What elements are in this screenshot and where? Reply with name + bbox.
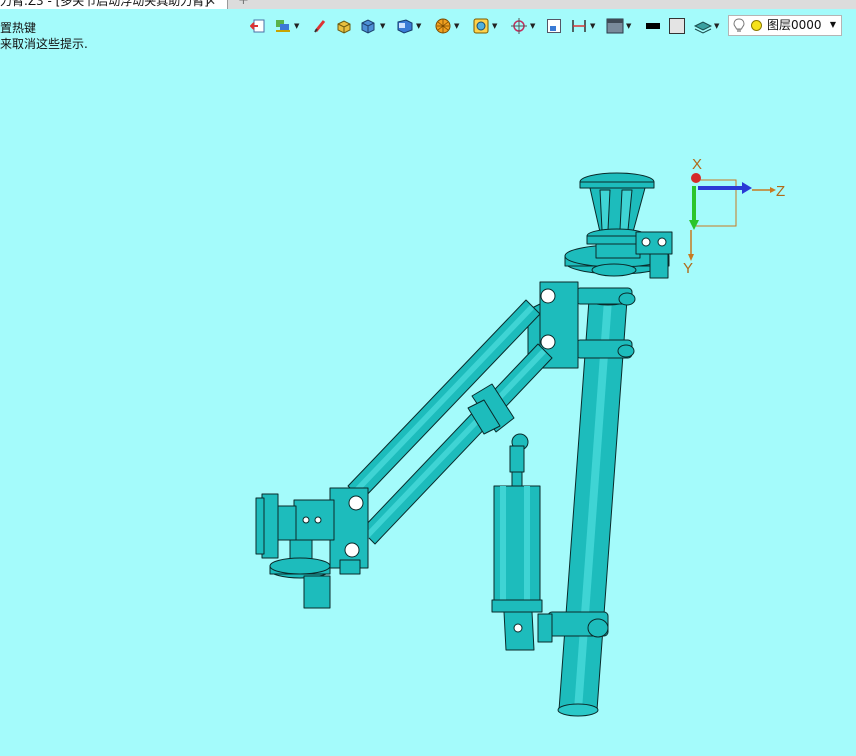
y-axis-label: Y xyxy=(683,260,694,277)
3d-viewport[interactable] xyxy=(0,0,856,756)
axis-triad xyxy=(688,173,776,261)
top-mount xyxy=(564,172,673,279)
gas-cylinder xyxy=(491,485,543,651)
x-axis-label: X xyxy=(692,156,703,173)
z-axis-label: Z xyxy=(776,183,786,200)
end-effector xyxy=(255,487,369,609)
